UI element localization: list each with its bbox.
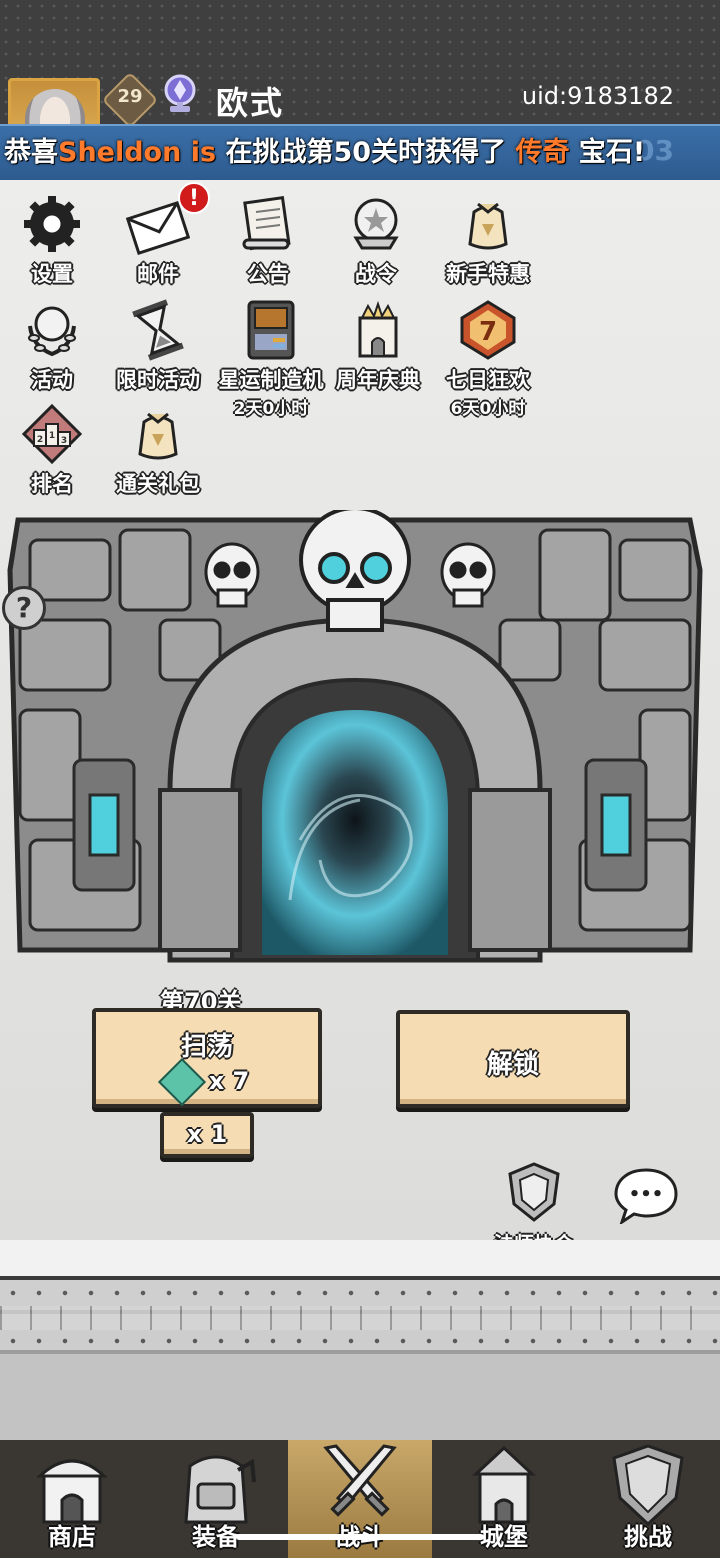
ranking-button[interactable]: 2 1 3 排名 <box>4 402 100 498</box>
star-machine-timer: 2天0小时 <box>233 399 309 419</box>
newbie-deal-label: 新手特惠 <box>446 262 530 286</box>
ticker-prefix: 恭喜 <box>4 137 58 168</box>
announcement-label: 公告 <box>247 262 289 286</box>
ticker-player: Sheldon is <box>58 137 217 168</box>
sweep-multiplier: x 1 <box>186 1120 228 1148</box>
limited-events-label: 限时活动 <box>116 368 200 392</box>
settings-label: 设置 <box>31 262 73 286</box>
battle-pass-button[interactable]: 战令 <box>328 192 424 288</box>
ticker-suffix: 宝石! <box>578 137 646 168</box>
ranking-label: 排名 <box>31 472 73 496</box>
ticker-message: 恭喜Sheldon is 在挑战第50关时获得了 传奇 宝石! <box>4 130 645 169</box>
player-level: 29 <box>117 86 143 107</box>
newbie-deal-button[interactable]: 新手特惠 <box>440 192 536 288</box>
battle-pass-icon <box>353 198 399 250</box>
star-machine-button[interactable]: 星运制造机 2天0小时 <box>216 298 326 419</box>
player-name: 欧式 <box>216 84 285 122</box>
player-uid: uid:9183182 <box>521 82 674 110</box>
clear-pack-button[interactable]: 通关礼包 <box>110 402 206 498</box>
gacha-machine-icon <box>247 300 295 360</box>
anniversary-label: 周年庆典 <box>336 368 420 392</box>
ticker-rarity: 传奇 <box>515 137 570 168</box>
backpack-icon <box>184 1455 256 1524</box>
ticker-middle: 在挑战第50关时获得了 <box>225 137 507 168</box>
nav-challenge[interactable]: 挑战 <box>576 1440 720 1558</box>
mail-label: 邮件 <box>137 262 179 286</box>
trophy-icon[interactable] <box>160 72 200 116</box>
chat-dots: ••• <box>629 1184 664 1205</box>
conveyor-rail <box>0 1240 720 1440</box>
laurel-icon <box>28 306 76 357</box>
chat-button[interactable]: ••• <box>614 1166 678 1224</box>
sweep-button[interactable]: 扫荡 x 7 <box>92 1008 322 1108</box>
podium-icon: 2 1 3 <box>21 403 83 465</box>
gift-bag-icon <box>138 412 178 460</box>
energy-gem-icon <box>157 1057 206 1107</box>
podium-second: 2 <box>37 435 43 445</box>
crossed-swords-icon <box>323 1444 397 1517</box>
shop-icon <box>36 1459 108 1524</box>
shield-icon <box>612 1444 684 1527</box>
nav-shop[interactable]: 商店 <box>0 1440 144 1558</box>
scroll-icon <box>242 196 291 251</box>
gift-bag-icon <box>468 202 508 250</box>
events-button[interactable]: 活动 <box>4 298 100 394</box>
announcement-button[interactable]: 公告 <box>220 192 316 288</box>
unlock-button[interactable]: 解锁 <box>396 1010 630 1108</box>
events-label: 活动 <box>31 368 73 392</box>
battle-pass-label: 战令 <box>355 262 397 286</box>
dungeon-gate <box>7 510 703 963</box>
settings-button[interactable]: 设置 <box>4 192 100 288</box>
seven-day-number: 7 <box>479 317 497 347</box>
bottom-nav: 商店 装备 战斗 城堡 挑战 <box>0 1440 720 1558</box>
nav-challenge-label: 挑战 <box>624 1523 672 1551</box>
limited-events-button[interactable]: 限时活动 <box>110 298 206 394</box>
sweep-cost: x 7 <box>208 1067 250 1095</box>
hourglass-icon <box>132 299 184 361</box>
seven-day-icon: 7 <box>460 300 516 360</box>
mail-notification-badge: ! <box>178 182 210 214</box>
clear-pack-label: 通关礼包 <box>116 472 200 496</box>
guild-shield-icon <box>508 1162 560 1222</box>
sweep-multiplier-button[interactable]: x 1 <box>160 1112 254 1158</box>
help-button[interactable]: ? <box>2 586 46 630</box>
seven-day-button[interactable]: 7 七日狂欢 6天0小时 <box>440 298 536 419</box>
seven-day-timer: 6天0小时 <box>450 399 526 419</box>
nav-battle[interactable]: 战斗 <box>288 1440 432 1558</box>
podium-third: 3 <box>61 436 67 446</box>
crown-tower-icon <box>358 300 398 358</box>
seven-day-label: 七日狂欢 <box>446 368 530 392</box>
podium-first: 1 <box>49 431 55 441</box>
nav-equipment[interactable]: 装备 <box>144 1440 288 1558</box>
home-indicator <box>236 1534 484 1540</box>
nav-shop-label: 商店 <box>48 1523 96 1551</box>
castle-icon <box>472 1445 536 1524</box>
anniversary-button[interactable]: 周年庆典 <box>330 298 426 394</box>
nav-castle[interactable]: 城堡 <box>432 1440 576 1558</box>
sweep-label: 扫荡 <box>180 1032 233 1062</box>
unlock-label: 解锁 <box>486 1050 539 1080</box>
star-machine-label: 星运制造机 <box>218 368 324 392</box>
gear-icon <box>24 196 80 252</box>
